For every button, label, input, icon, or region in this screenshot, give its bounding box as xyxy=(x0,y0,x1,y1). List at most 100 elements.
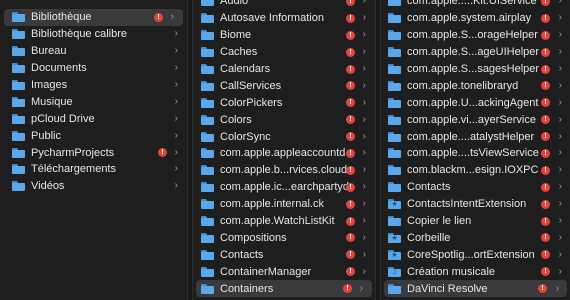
chevron-right-icon: › xyxy=(362,231,366,243)
folder-row[interactable]: Contacts! › xyxy=(381,179,570,196)
chevron-right-icon: › xyxy=(558,164,562,176)
chevron-right-icon: › xyxy=(174,180,178,192)
folder-row[interactable]: com.apple.U...ackingAgent! › xyxy=(381,94,570,111)
folder-label: Téléchargements xyxy=(31,163,116,176)
folder-row[interactable]: Images › xyxy=(0,77,187,94)
folder-row[interactable]: Téléchargements › xyxy=(0,161,187,178)
chevron-right-icon: › xyxy=(174,45,178,57)
chevron-right-icon: › xyxy=(362,0,366,7)
folder-row[interactable]: com.apple....atalystHelper! › xyxy=(381,128,570,145)
folder-row[interactable]: Colors! › xyxy=(193,111,375,128)
folder-icon xyxy=(388,165,401,176)
sync-error-badge-icon: ! xyxy=(541,148,550,158)
folder-icon xyxy=(201,30,214,41)
chevron-right-icon: › xyxy=(558,248,562,260)
folder-row[interactable]: PycharmProjects! › xyxy=(0,144,187,161)
folder-row[interactable]: com.apple.appleaccountd! › xyxy=(193,145,375,162)
folder-row[interactable]: com.apple.WatchListKit! › xyxy=(193,213,375,230)
folder-row[interactable]: com.apple.tonelibraryd! › xyxy=(381,77,570,94)
folder-icon xyxy=(388,0,401,7)
folder-row[interactable]: ★ CoreSpotlig...ortExtension! › xyxy=(381,246,570,263)
folder-row[interactable]: Autosave Information! › xyxy=(193,10,375,27)
column-2-list: Audio! › Autosave Information! › Biome! › Cach… xyxy=(193,0,375,298)
chevron-right-icon: › xyxy=(174,79,178,90)
folder-row[interactable]: Copier le lien! › xyxy=(381,213,570,230)
folder-row[interactable]: Contacts! › xyxy=(193,246,375,263)
folder-row[interactable]: ♫ Création musicale! › xyxy=(381,263,570,280)
folder-glyph-icon: ★ xyxy=(391,251,398,259)
sync-error-badge-icon: ! xyxy=(346,199,355,209)
folder-row[interactable]: Vidéos › xyxy=(0,178,187,195)
folder-icon xyxy=(201,64,214,74)
sync-error-badge-icon: ! xyxy=(541,132,550,142)
chevron-right-icon: › xyxy=(174,129,178,141)
folder-row[interactable]: Audio! › xyxy=(193,0,375,10)
chevron-right-icon: › xyxy=(359,282,363,294)
folder-icon: ★ xyxy=(388,199,401,210)
folder-row[interactable]: Public › xyxy=(0,127,187,144)
folder-label: Public xyxy=(31,129,61,142)
finder-column-containers: com.apple.....Kit.UIService! › com.apple.s… xyxy=(381,0,570,300)
folder-icon: ★ xyxy=(388,232,401,243)
folder-icon xyxy=(12,46,25,57)
chevron-right-icon: › xyxy=(362,130,366,142)
folder-icon xyxy=(12,29,25,40)
chevron-right-icon: › xyxy=(558,63,562,74)
folder-row[interactable]: Bureau › xyxy=(0,43,187,60)
folder-row[interactable]: Bibliothèque calibre › xyxy=(0,26,187,43)
chevron-right-icon: › xyxy=(558,130,562,142)
folder-row[interactable]: Musique › xyxy=(0,93,187,110)
sync-error-badge-icon: ! xyxy=(541,47,550,57)
folder-row[interactable]: Caches! › xyxy=(193,44,375,61)
folder-row[interactable]: com.apple....tsViewService! › xyxy=(381,145,570,162)
folder-row[interactable]: ColorSync! › xyxy=(193,128,375,145)
sync-error-badge-icon: ! xyxy=(158,148,167,158)
chevron-right-icon: › xyxy=(362,79,366,91)
sync-error-badge-icon: ! xyxy=(346,13,355,23)
column-1-list: Bibliothèque! › Bibliothèque calibre › Burea… xyxy=(0,9,187,195)
folder-row[interactable]: com.apple.system.airplay! › xyxy=(381,10,570,27)
folder-label: pCloud Drive xyxy=(31,112,95,125)
chevron-right-icon: › xyxy=(558,181,562,193)
folder-row[interactable]: Compositions! › xyxy=(193,229,375,246)
folder-row[interactable]: ColorPickers! › xyxy=(193,94,375,111)
sync-error-badge-icon: ! xyxy=(346,47,355,57)
folder-row[interactable]: DaVinci Resolve! › xyxy=(384,280,567,298)
folder-icon xyxy=(12,12,25,23)
sync-error-badge-icon: ! xyxy=(541,216,550,226)
folder-label: Musique xyxy=(31,95,73,108)
folder-row[interactable]: ★ Corbeille! › xyxy=(381,229,570,246)
folder-row[interactable]: com.apple.b...rvices.cloud! › xyxy=(193,162,375,179)
chevron-right-icon: › xyxy=(558,231,562,243)
folder-row[interactable]: com.apple.ic...earchpartyd! › xyxy=(193,179,375,196)
folder-row[interactable]: Bibliothèque! › xyxy=(4,9,183,26)
folder-row[interactable]: com.apple.internal.ck! › xyxy=(193,196,375,213)
folder-row[interactable]: com.apple.....Kit.UIService! › xyxy=(381,0,570,10)
folder-row[interactable]: ★ ContactsIntentExtension! › xyxy=(381,196,570,213)
chevron-right-icon: › xyxy=(174,28,178,40)
folder-row[interactable]: pCloud Drive › xyxy=(0,110,187,127)
folder-icon xyxy=(201,249,214,260)
folder-row[interactable]: Calendars! › xyxy=(193,61,375,78)
folder-row[interactable]: com.apple.vi...ayerService! › xyxy=(381,111,570,128)
folder-icon xyxy=(201,131,214,142)
folder-row[interactable]: ContainerManager! › xyxy=(193,263,375,280)
chevron-right-icon: › xyxy=(558,12,562,24)
folder-row[interactable]: Documents › xyxy=(0,60,187,77)
folder-row[interactable]: com.apple.S...ageUIHelper! › xyxy=(381,44,570,61)
chevron-right-icon: › xyxy=(362,215,366,227)
folder-label: Bibliothèque calibre xyxy=(31,28,128,41)
folder-label: Bureau xyxy=(31,45,67,58)
folder-row[interactable]: Biome! › xyxy=(193,27,375,44)
folder-row[interactable]: com.blackm...esign.IOXPC! › xyxy=(381,162,570,179)
folder-row[interactable]: com.apple.S...sagesHelper! › xyxy=(381,61,570,78)
folder-row[interactable]: CallServices! › xyxy=(193,77,375,94)
folder-row[interactable]: Containers! › xyxy=(196,280,372,298)
chevron-right-icon: › xyxy=(558,79,562,91)
folder-icon xyxy=(201,97,214,108)
folder-icon xyxy=(12,181,25,192)
chevron-right-icon: › xyxy=(362,12,366,24)
folder-icon xyxy=(12,164,25,175)
folder-row[interactable]: com.apple.S...orageHelper! › xyxy=(381,27,570,44)
folder-icon xyxy=(388,283,401,294)
